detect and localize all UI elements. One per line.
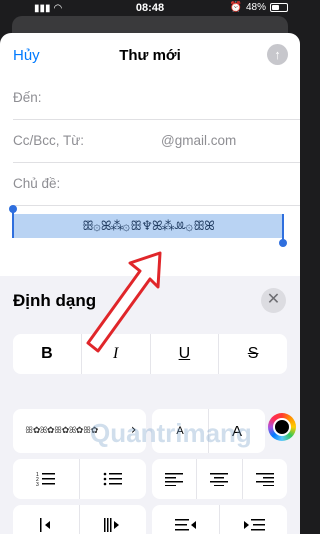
subject-label: Chủ đề: [13,176,61,191]
from-email-value: @gmail.com [161,133,237,148]
selection-start-handle[interactable] [9,205,17,238]
quote-increase-icon[interactable] [80,505,146,534]
alignment-row [152,459,287,499]
align-center-icon[interactable] [197,459,243,499]
font-size-control: A A [152,409,265,453]
outdent-icon[interactable] [152,505,220,534]
battery-icon [270,3,288,12]
to-label: Đến: [13,90,42,105]
to-field[interactable]: Đến: [13,77,300,120]
decrease-font-size-button[interactable]: A [152,409,209,453]
compose-nav: Hủy Thư mới ↑ [0,33,300,77]
bulleted-list-icon[interactable] [80,459,146,499]
numbered-list-icon[interactable]: 123 [13,459,80,499]
cc-bcc-from-field[interactable]: Cc/Bcc, Từ: @gmail.com [13,120,300,163]
increase-font-size-button[interactable]: A [209,409,265,453]
battery-percent: 48% [245,2,266,13]
align-right-icon[interactable] [243,459,287,499]
font-preview: ꕥ✿ꕤ✿ꕥ✿ꕤ✿ꕥ✿ [25,426,98,436]
close-icon[interactable]: ✕ [261,288,286,313]
status-right: ⏰ 48% [230,2,288,13]
alarm-icon: ⏰ [229,2,242,13]
color-swatch [273,418,291,436]
list-row: 123 [13,459,146,499]
indent-row [152,505,287,534]
text-color-button[interactable] [268,413,296,441]
annotation-arrow-icon [86,251,162,353]
svg-text:3: 3 [36,482,39,487]
quote-row [13,505,146,534]
font-picker-button[interactable]: ꕥ✿ꕤ✿ꕥ✿ꕤ✿ꕥ✿ › [13,409,146,453]
send-button[interactable]: ↑ [267,44,288,65]
compose-title: Thư mới [119,47,181,64]
align-left-icon[interactable] [152,459,198,499]
indent-icon[interactable] [220,505,287,534]
quote-decrease-icon[interactable] [13,505,80,534]
subject-field[interactable]: Chủ đề: [13,163,300,206]
chevron-right-icon: › [130,422,137,438]
cc-bcc-from-label: Cc/Bcc, Từ: [13,133,85,148]
selected-text[interactable]: ꕥ۞ꕤ⁂۞ꕥ♆ꕤ⁂ꔛ۞ꕥꕤ [13,214,283,238]
strikethrough-button[interactable]: S [219,334,287,374]
status-bar: ▮▮▮ ◠ 08:48 ⏰ 48% [0,0,300,16]
compose-sheet: Hủy Thư mới ↑ Đến: Cc/Bcc, Từ: @gmail.co… [0,33,300,534]
selection-end-handle[interactable] [279,214,287,247]
